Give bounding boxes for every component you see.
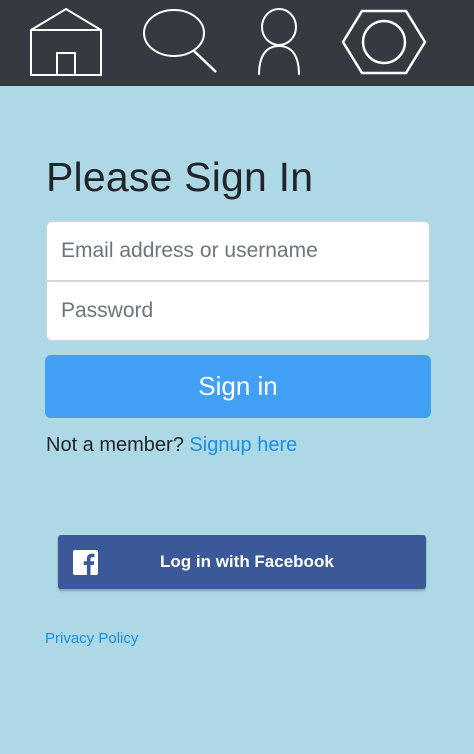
settings-icon — [341, 9, 427, 75]
user-icon — [258, 8, 300, 76]
email-field[interactable] — [46, 221, 430, 281]
nav-search-button[interactable] — [136, 0, 222, 86]
not-member-text: Not a member? — [46, 434, 184, 456]
signup-link[interactable]: Signup here — [189, 434, 297, 456]
page-title: Please Sign In — [46, 154, 314, 200]
password-field[interactable] — [46, 281, 430, 341]
nav-profile-button[interactable] — [246, 0, 312, 86]
nav-settings-button[interactable] — [336, 0, 432, 86]
login-fields — [46, 221, 430, 341]
home-icon — [30, 7, 102, 76]
facebook-login-label: Log in with Facebook — [160, 552, 334, 571]
facebook-login-button[interactable]: Log in with Facebook — [58, 535, 426, 589]
nav-home-button[interactable] — [22, 0, 110, 86]
top-nav-bar — [0, 0, 474, 86]
search-icon — [143, 9, 217, 73]
facebook-icon — [73, 550, 98, 575]
sign-in-button[interactable]: Sign in — [45, 355, 431, 418]
signup-prompt: Not a member? Signup here — [46, 434, 297, 457]
privacy-policy-link[interactable]: Privacy Policy — [45, 630, 138, 647]
